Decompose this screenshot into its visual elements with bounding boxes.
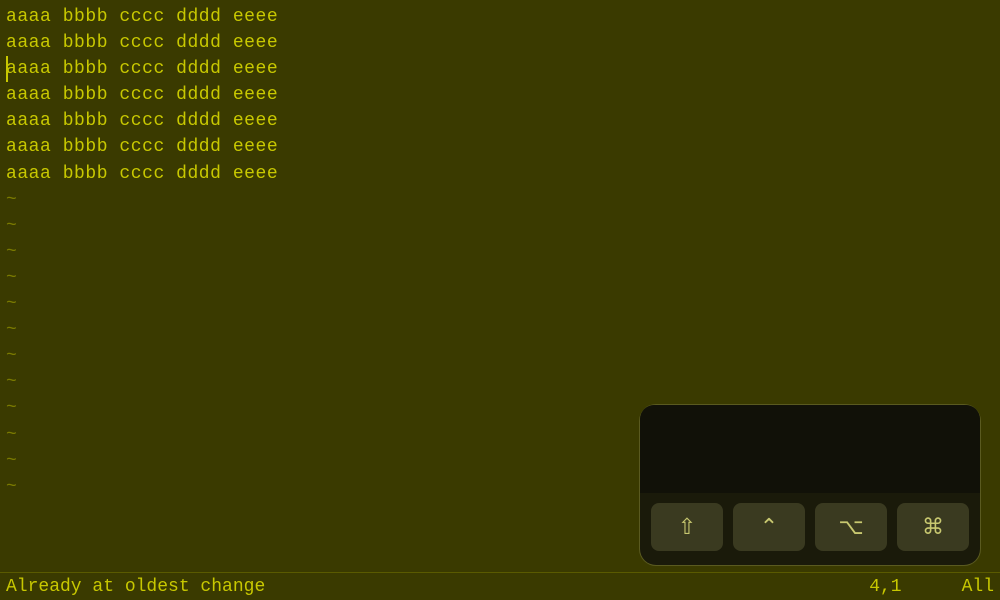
- tilde-line: ~: [6, 369, 994, 395]
- cursor: a: [6, 56, 17, 82]
- alt-key[interactable]: ⌥: [815, 503, 887, 551]
- status-bar: Already at oldest change 4,1 All: [0, 572, 1000, 600]
- editor-line: aaaa bbbb cccc dddd eeee: [6, 108, 994, 134]
- ctrl-key[interactable]: ⌃: [733, 503, 805, 551]
- status-message: Already at oldest change: [6, 577, 869, 597]
- editor-line: aaaa bbbb cccc dddd eeee: [6, 56, 994, 82]
- tilde-line: ~: [6, 239, 994, 265]
- status-view: All: [962, 577, 994, 597]
- tilde-line: ~: [6, 187, 994, 213]
- editor-line: aaaa bbbb cccc dddd eeee: [6, 30, 994, 56]
- editor-line: aaaa bbbb cccc dddd eeee: [6, 161, 994, 187]
- keyboard-modifier-buttons: ⇧⌃⌥⌘: [640, 493, 980, 551]
- editor-line: aaaa bbbb cccc dddd eeee: [6, 134, 994, 160]
- tilde-line: ~: [6, 317, 994, 343]
- shift-key[interactable]: ⇧: [651, 503, 723, 551]
- editor-line: aaaa bbbb cccc dddd eeee: [6, 4, 994, 30]
- tilde-line: ~: [6, 291, 994, 317]
- status-position: 4,1: [869, 577, 901, 597]
- tilde-line: ~: [6, 343, 994, 369]
- keyboard-display-area: [640, 405, 980, 493]
- editor-line: aaaa bbbb cccc dddd eeee: [6, 82, 994, 108]
- line-text: aaa bbbb cccc dddd eeee: [17, 59, 278, 79]
- tilde-line: ~: [6, 213, 994, 239]
- keyboard-overlay: ⇧⌃⌥⌘: [640, 405, 980, 565]
- tilde-line: ~: [6, 265, 994, 291]
- cmd-key[interactable]: ⌘: [897, 503, 969, 551]
